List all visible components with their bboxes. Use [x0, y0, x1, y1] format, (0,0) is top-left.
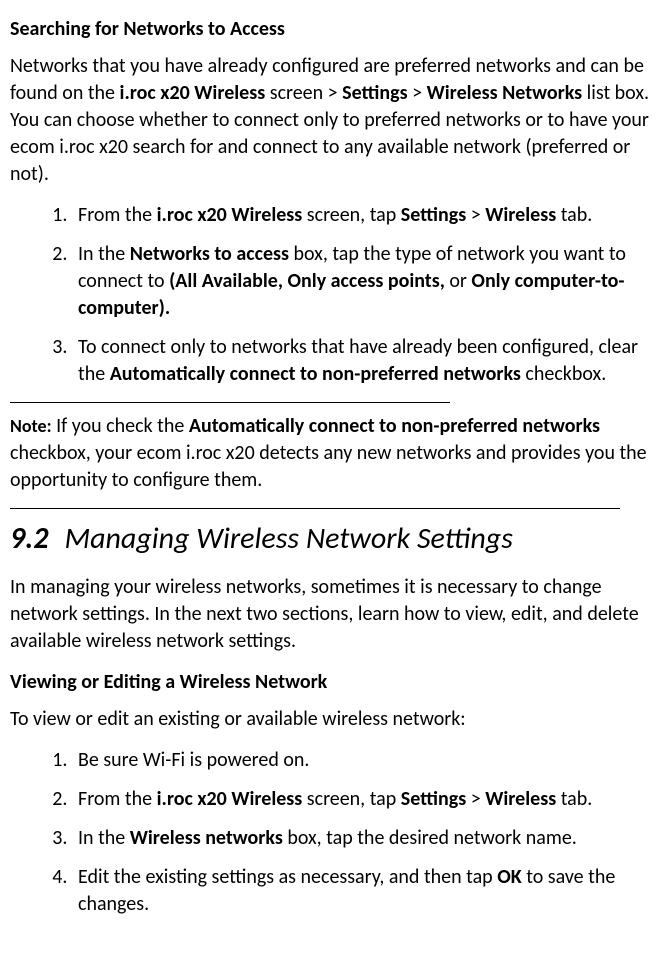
ordered-list-2: Be sure Wi-Fi is powered on. From the i.…	[10, 747, 655, 918]
section-title-text: Managing Wireless Network Settings	[64, 520, 512, 557]
paragraph-toview: To view or edit an existing or available…	[10, 706, 655, 733]
paragraph-intro: Networks that you have already configure…	[10, 53, 655, 188]
text: From the	[78, 787, 157, 811]
list-item: In the Networks to access box, tap the t…	[72, 241, 655, 322]
text: >	[466, 787, 485, 811]
text-bold: i.roc x20 Wireless	[157, 787, 303, 811]
text-bold: Settings	[401, 203, 466, 227]
text: >	[466, 203, 485, 227]
text: tab.	[556, 787, 592, 811]
heading-searching: Searching for Networks to Access	[10, 16, 655, 43]
text: tab.	[556, 203, 592, 227]
text: Edit the existing settings as necessary,…	[78, 865, 497, 889]
list-item: From the i.roc x20 Wireless screen, tap …	[72, 786, 655, 813]
note-paragraph: Note: If you check the Automatically con…	[10, 413, 655, 494]
text-bold: Wireless	[485, 203, 556, 227]
text: In the	[78, 826, 130, 850]
text-bold: i.roc x20 Wireless	[157, 203, 303, 227]
text: If you check the	[52, 414, 189, 438]
heading-viewing: Viewing or Editing a Wireless Network	[10, 669, 655, 696]
divider	[10, 402, 450, 403]
section-number: 9.2	[10, 520, 48, 557]
text: checkbox, your ecom i.roc x20 detects an…	[10, 441, 647, 492]
text-bold: Networks to access	[130, 242, 289, 266]
list-item: From the i.roc x20 Wireless screen, tap …	[72, 202, 655, 229]
text: box, tap the desired network name.	[283, 826, 577, 850]
text: or	[445, 269, 472, 293]
text: screen, tap	[302, 203, 401, 227]
text-bold: i.roc x20 Wireless	[120, 81, 266, 105]
text: From the	[78, 203, 157, 227]
text-bold: Settings	[401, 787, 466, 811]
paragraph-managing: In managing your wireless networks, some…	[10, 574, 655, 655]
text-bold: Settings	[342, 81, 407, 105]
text-bold: Automatically connect to non-preferred n…	[189, 414, 600, 438]
list-item: Edit the existing settings as necessary,…	[72, 864, 655, 918]
text: >	[408, 81, 427, 105]
text-bold: Wireless	[485, 787, 556, 811]
section-title: 9.2 Managing Wireless Network Settings	[10, 519, 655, 560]
text: checkbox.	[521, 362, 606, 386]
note-label: Note:	[10, 415, 52, 437]
text: screen, tap	[302, 787, 401, 811]
list-item: Be sure Wi-Fi is powered on.	[72, 747, 655, 774]
ordered-list-1: From the i.roc x20 Wireless screen, tap …	[10, 202, 655, 388]
list-item: To connect only to networks that have al…	[72, 334, 655, 388]
text-bold: Wireless Networks	[427, 81, 583, 105]
text: In the	[78, 242, 130, 266]
text-bold: (All Available, Only access points,	[169, 269, 445, 293]
text-bold: Automatically connect to non-preferred n…	[110, 362, 521, 386]
list-item: In the Wireless networks box, tap the de…	[72, 825, 655, 852]
text-bold: OK	[497, 865, 521, 889]
text: screen >	[265, 81, 342, 105]
text-bold: Wireless networks	[130, 826, 283, 850]
divider	[10, 508, 620, 509]
